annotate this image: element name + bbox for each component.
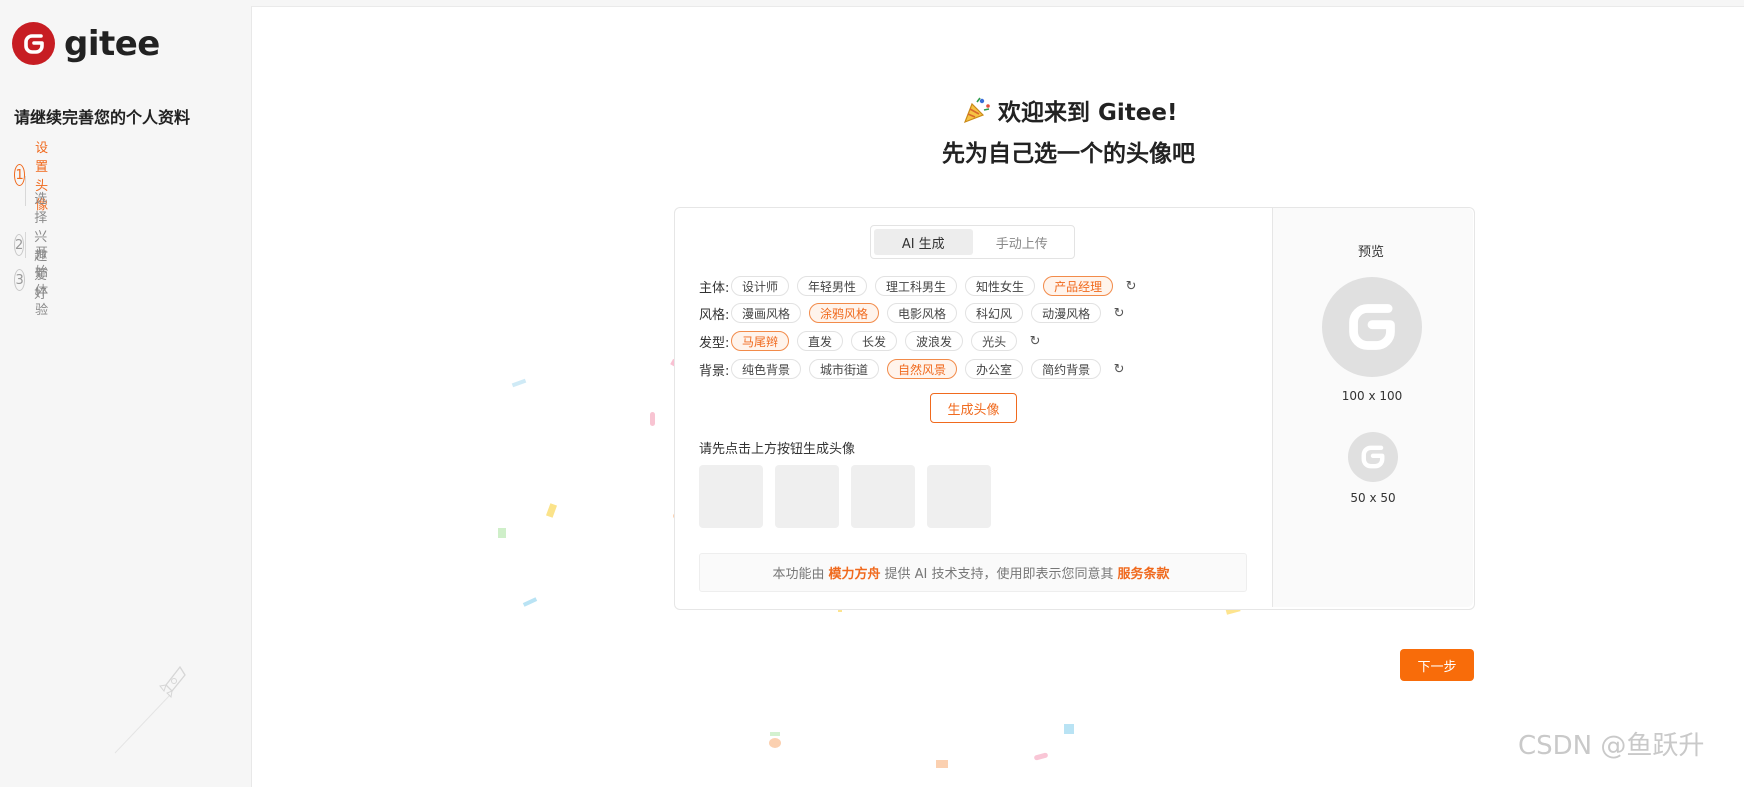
step-label: 开始体验 [35,246,49,318]
sidebar: gitee 请继续完善您的个人资料 1 设置头像 2 选择兴趣爱好 3 开始体验 [0,0,250,774]
notice-prefix: 本功能由 [772,567,825,582]
avatar-thumbnail-slot[interactable] [851,465,915,528]
option-label: 发型: [699,335,730,351]
generate-hint: 请先点击上方按钮生成头像 [699,442,856,457]
chip-nature[interactable]: 自然风景 [887,359,958,379]
chip-straight-hair[interactable]: 直发 [797,331,844,351]
avatar-preview-small [1348,432,1398,482]
avatar-preview-large [1322,277,1422,377]
generate-avatar-button[interactable]: 生成头像 [930,393,1017,423]
chip-engineering-male[interactable]: 理工科男生 [875,276,958,296]
chip-intellectual-female[interactable]: 知性女生 [965,276,1036,296]
gitee-logo-icon [12,22,55,65]
avatar-thumbnail-slot[interactable] [775,465,839,528]
preview-title: 预览 [1358,245,1385,260]
avatar-thumbnail-slot[interactable] [699,465,763,528]
avatar-mode-tabs: AI 生成 手动上传 [870,225,1075,259]
large-size-label: 100 x 100 [1341,389,1403,403]
step-number: 3 [14,269,26,291]
watermark: CSDN @鱼跃升 [1518,731,1705,761]
chip-ponytail[interactable]: 马尾辫 [731,331,790,351]
chip-graffiti[interactable]: 涂鸦风格 [809,303,880,323]
notice-middle: 提供 AI 技术支持，使用即表示您同意其 [884,567,1114,582]
avatar-thumbnail-slot[interactable] [927,465,991,528]
chip-bald[interactable]: 光头 [971,331,1018,351]
chip-minimal-bg[interactable]: 简约背景 [1031,359,1102,379]
preview-panel [1272,208,1473,607]
option-row-background: 背景: 纯色背景 城市街道 自然风景 办公室 简约背景 ↻ [699,358,1129,380]
refresh-icon[interactable]: ↻ [1121,276,1141,296]
refresh-icon[interactable]: ↻ [1025,331,1045,351]
chip-scifi[interactable]: 科幻风 [965,303,1024,323]
provider-link[interactable]: 模力方舟 [828,563,880,582]
option-row-hair: 发型: 马尾辫 直发 长发 波浪发 光头 ↻ [699,330,1045,352]
option-row-style: 风格: 漫画风格 涂鸦风格 电影风格 科幻风 动漫风格 ↻ [699,302,1129,324]
logo[interactable]: gitee [12,22,160,65]
chip-city-street[interactable]: 城市街道 [809,359,880,379]
chip-product-manager[interactable]: 产品经理 [1043,276,1114,296]
gitee-avatar-icon [1349,304,1395,350]
gitee-avatar-icon [1361,445,1385,469]
chip-designer[interactable]: 设计师 [731,276,790,296]
option-row-subject: 主体: 设计师 年轻男性 理工科男生 知性女生 产品经理 ↻ [699,275,1141,297]
welcome-text: 欢迎来到 Gitee! [998,100,1178,126]
chip-wavy-hair[interactable]: 波浪发 [905,331,964,351]
logo-text: gitee [64,23,160,64]
page-subtitle: 先为自己选一个的头像吧 [942,141,1195,167]
refresh-icon[interactable]: ↻ [1109,303,1129,323]
tab-manual-upload[interactable]: 手动上传 [973,229,1072,255]
sidebar-title: 请继续完善您的个人资料 [14,108,191,127]
next-step-button[interactable]: 下一步 [1400,649,1474,681]
rocket-icon [114,665,186,754]
party-popper-icon [963,97,990,124]
small-size-label: 50 x 50 [1350,491,1396,505]
chip-office[interactable]: 办公室 [965,359,1024,379]
chip-anime[interactable]: 动漫风格 [1031,303,1102,323]
step-number: 1 [14,164,26,186]
option-label: 主体: [699,280,730,296]
tab-ai-generate[interactable]: AI 生成 [874,229,973,255]
option-label: 背景: [699,363,730,379]
step-start[interactable]: 3 开始体验 [14,242,59,318]
chip-long-hair[interactable]: 长发 [851,331,898,351]
chip-comic[interactable]: 漫画风格 [731,303,802,323]
chip-film[interactable]: 电影风格 [887,303,958,323]
refresh-icon[interactable]: ↻ [1109,359,1129,379]
option-label: 风格: [699,307,730,323]
ai-notice: 本功能由 模力方舟 提供 AI 技术支持，使用即表示您同意其 服务条款 [699,553,1247,592]
terms-link[interactable]: 服务条款 [1118,563,1170,582]
welcome-title: 欢迎来到 Gitee! [962,93,1177,127]
chip-solid-bg[interactable]: 纯色背景 [731,359,802,379]
chip-young-male[interactable]: 年轻男性 [797,276,868,296]
